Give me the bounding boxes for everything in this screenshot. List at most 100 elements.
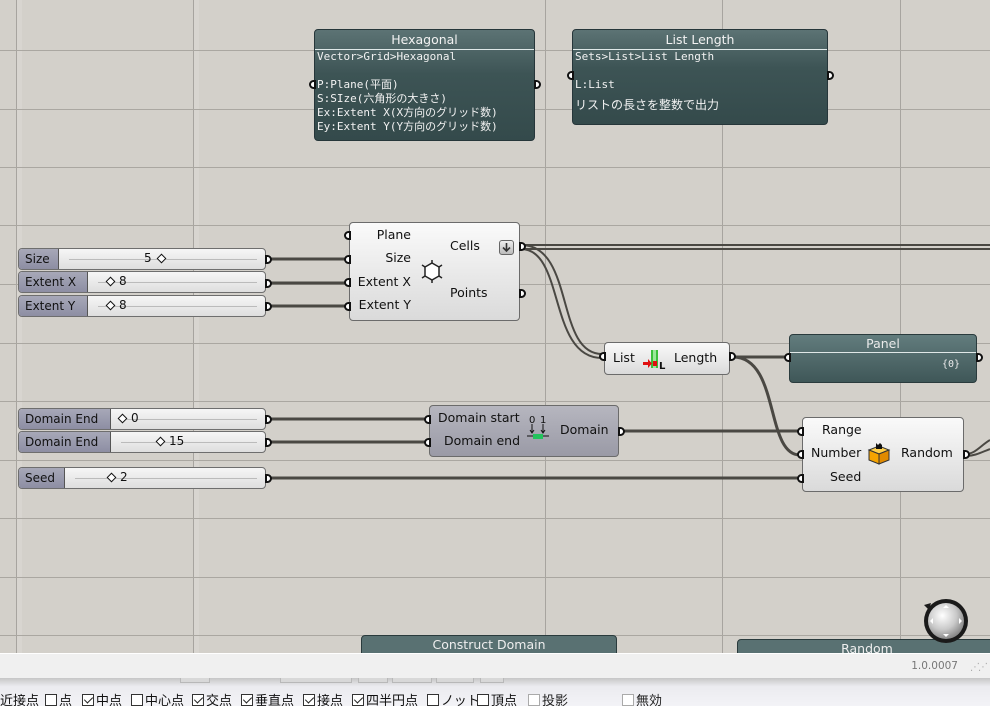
scribble-input-port[interactable] [567,71,574,80]
input-port-range[interactable] [797,427,804,436]
slider-value: 15 [169,434,185,448]
scribble-hexagonal[interactable]: Hexagonal Vector>Grid>Hexagonal P:Plane(… [314,29,535,141]
input-label-extent-x: Extent X [357,274,411,289]
input-port-domain-end[interactable] [424,438,431,447]
input-label-extent-y: Extent Y [358,297,411,312]
construct-domain-scribble[interactable]: Construct Domain [361,635,617,653]
input-port-size[interactable] [344,255,351,264]
scribble-line: L:List [575,78,615,91]
checkbox[interactable] [477,693,489,706]
slider-track[interactable]: 5 [59,249,265,269]
scribble-title: Random [841,641,893,653]
checkbox[interactable] [192,693,204,706]
slider-extent-x[interactable]: Extent X 8 [18,271,266,293]
input-port-seed[interactable] [797,474,804,483]
osnap-label: 接点 [317,694,344,706]
input-label-domain-end: Domain end [444,433,521,448]
random-component[interactable]: Range Number Seed Random [802,417,964,492]
viewport-tab-ghost [392,678,432,683]
slider-label: Domain End [19,432,111,452]
slider-track[interactable]: 15 [111,432,265,452]
resize-grip[interactable]: ⋰⋰ [970,662,988,673]
slider-domain-end[interactable]: Domain End 15 [18,431,266,453]
osnap-quadrant[interactable]: 四半円点 [352,690,418,706]
osnap-project[interactable]: 投影 [528,690,568,706]
viewport-tab-ghost [280,678,352,683]
checkbox[interactable] [45,693,57,706]
slider-label: Domain End [19,409,111,429]
input-port-number[interactable] [797,450,804,459]
input-label-domain-start: Domain start [438,410,520,425]
viewport-tab-ghost [480,678,504,683]
scribble-input-port[interactable] [309,80,316,89]
osnap-perpendicular[interactable]: 垂直点 [241,690,294,706]
osnap-label: 四半円点 [366,694,419,706]
scribble-list-length[interactable]: List Length Sets>List>List Length L:List… [572,29,828,125]
construct-domain-component[interactable]: Domain start Domain end 0 1 Domain [429,405,619,457]
checkbox[interactable] [528,693,540,706]
osnap-point[interactable]: 点 [45,690,72,706]
slider-track[interactable]: 8 [88,272,265,292]
checkbox[interactable] [82,693,94,706]
slider-knob[interactable] [105,276,116,287]
osnap-label: 交点 [206,694,233,706]
osnap-vertex[interactable]: 頂点 [477,690,517,706]
construct-domain-icon: 0 1 [527,415,549,439]
osnap-tangent[interactable]: 接点 [303,690,343,706]
scribble-line: Sets>List>List Length [575,50,715,63]
slider-track[interactable]: 8 [88,296,265,316]
slider-knob[interactable] [105,300,116,311]
svg-text:L: L [659,361,666,371]
checkbox[interactable] [131,693,143,706]
canvas-navigation-widget[interactable] [921,597,971,647]
slider-extent-y[interactable]: Extent Y 8 [18,295,266,317]
flatten-arrow-icon[interactable] [499,240,514,255]
wire-cells-list-a [520,244,603,355]
input-label-list: List [613,350,635,365]
osnap-label: 点 [59,694,73,706]
input-label-number: Number [811,445,862,460]
slider-track[interactable]: 2 [65,468,265,488]
input-port-extent-y[interactable] [344,302,351,311]
status-bar: 1.0.0007 ⋰⋰ [0,653,990,678]
slider-seed[interactable]: Seed 2 [18,467,266,489]
grasshopper-canvas[interactable]: Hexagonal Vector>Grid>Hexagonal P:Plane(… [0,0,990,653]
list-length-component[interactable]: List L Length [604,342,730,375]
checkbox[interactable] [352,693,364,706]
osnap-intersection[interactable]: 交点 [192,690,232,706]
slider-label: Extent X [19,272,88,292]
input-port-list[interactable] [599,352,606,361]
slider-knob[interactable] [156,253,167,264]
slider-knob[interactable] [155,436,166,447]
checkbox[interactable] [427,693,439,706]
slider-value: 8 [119,298,127,312]
output-label-points: Points [450,285,488,300]
scribble-line: リストの長さを整数で出力 [575,98,720,112]
slider-knob[interactable] [106,472,117,483]
osnap-center[interactable]: 中心点 [131,690,184,706]
input-port-plane[interactable] [344,231,351,240]
panel-input-port[interactable] [784,353,791,362]
slider-size[interactable]: Size 5 [18,248,266,270]
scribble-line: P:Plane(平面) [317,78,399,91]
checkbox[interactable] [241,693,253,706]
scribble-line [573,64,827,78]
input-label-size: Size [385,250,411,265]
slider-knob[interactable] [117,413,128,424]
slider-domain-start[interactable]: Domain End 0 [18,408,266,430]
list-length-icon: L [643,350,666,371]
input-port-domain-start[interactable] [424,415,431,424]
input-label-range: Range [822,422,862,437]
slider-track[interactable]: 0 [111,409,265,429]
osnap-label: 頂点 [491,694,518,706]
hexagonal-component[interactable]: Plane Size Extent X Extent Y Cells Point… [349,222,520,321]
checkbox[interactable] [622,693,634,706]
input-port-extent-x[interactable] [344,278,351,287]
osnap-midpoint[interactable]: 中点 [82,690,122,706]
osnap-knot[interactable]: ノット [427,690,480,706]
checkbox[interactable] [303,693,315,706]
osnap-near[interactable]: 近接点 [0,690,39,706]
osnap-disable[interactable]: 無効 [622,690,662,706]
osnap-label: 投影 [542,694,569,706]
panel-component[interactable]: Panel {0} [789,334,977,383]
